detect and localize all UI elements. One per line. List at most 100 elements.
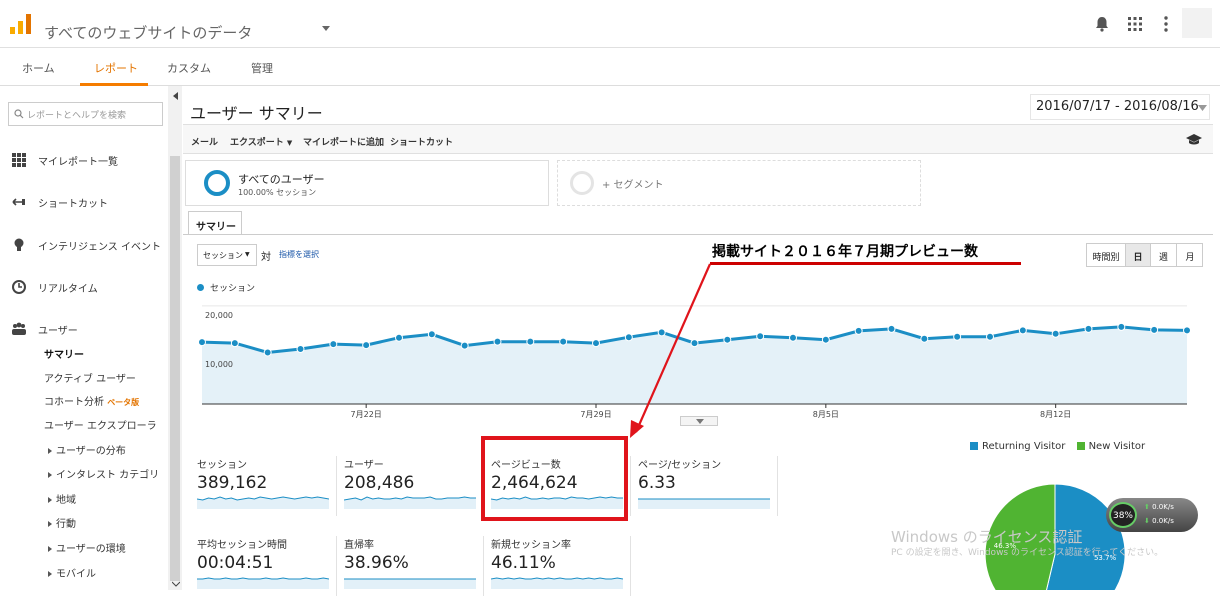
data-point[interactable] xyxy=(559,337,568,346)
sidebar-scrollbar[interactable] xyxy=(170,156,180,581)
data-point[interactable] xyxy=(427,330,436,339)
data-point[interactable] xyxy=(723,335,732,344)
tab-summary[interactable]: サマリー xyxy=(188,211,242,235)
granularity-hourly[interactable]: 時間別 xyxy=(1087,244,1126,266)
data-point[interactable] xyxy=(198,338,206,347)
data-point[interactable] xyxy=(1183,326,1191,335)
data-point[interactable] xyxy=(920,334,929,343)
analytics-logo-icon[interactable] xyxy=(10,14,32,34)
apps-grid-icon[interactable] xyxy=(1126,15,1144,33)
data-point[interactable] xyxy=(526,337,535,346)
sidebar-subitem-demographics[interactable]: ユーザーの分布 xyxy=(48,442,126,457)
sidebar-item-dashboards[interactable]: マイレポート一覧 xyxy=(0,141,165,181)
data-point[interactable] xyxy=(887,324,896,333)
sidebar-subitem-technology[interactable]: ユーザーの環境 xyxy=(48,540,126,555)
sidebar-subitem-behavior[interactable]: 行動 xyxy=(48,515,76,530)
data-point[interactable] xyxy=(953,332,962,341)
property-selector[interactable]: すべてのウェブサイトのデータ xyxy=(44,22,252,43)
data-point[interactable] xyxy=(1018,326,1027,335)
metric-label: 新規セッション率 xyxy=(491,540,571,551)
sparkline xyxy=(344,578,476,589)
data-point[interactable] xyxy=(493,337,502,346)
segment-title: すべてのユーザー xyxy=(238,173,325,186)
search-input[interactable]: レポートとヘルプを検索 xyxy=(8,102,163,126)
chevron-down-icon[interactable] xyxy=(322,26,330,31)
sidebar-subitem-interests[interactable]: インタレスト カテゴリ xyxy=(48,466,159,481)
expand-arrow-icon xyxy=(48,521,52,527)
upload-value: 0.0K/s xyxy=(1152,503,1174,511)
add-segment-button[interactable]: + セグメント xyxy=(557,160,921,206)
metric-tile[interactable]: 直帰率 38.96% xyxy=(344,536,484,596)
data-point[interactable] xyxy=(1150,325,1159,334)
more-vert-icon[interactable] xyxy=(1157,15,1175,33)
data-point[interactable] xyxy=(460,341,469,350)
data-point[interactable] xyxy=(854,326,863,335)
legend-dot xyxy=(197,284,204,291)
metric-label: セッション xyxy=(197,460,247,471)
sidebar-subitem-cohort[interactable]: コホート分析 ベータ版 xyxy=(44,393,139,408)
data-point[interactable] xyxy=(230,339,239,348)
metric-tile[interactable]: ページ/セッション 6.33 xyxy=(638,456,778,516)
expand-arrow-icon xyxy=(48,448,52,454)
avatar[interactable] xyxy=(1182,8,1212,38)
sidebar-subitem-geo[interactable]: 地域 xyxy=(48,491,76,506)
metric-value: 6.33 xyxy=(638,473,676,493)
sidebar-subitem-label: 地域 xyxy=(56,495,76,506)
granularity-month[interactable]: 月 xyxy=(1177,244,1203,266)
data-point[interactable] xyxy=(821,335,830,344)
export-button[interactable]: エクスポート ▼ xyxy=(230,135,292,148)
tab-home[interactable]: ホーム xyxy=(22,60,55,76)
data-point[interactable] xyxy=(1051,329,1060,338)
upload-speed: ⬆ 0.0K/s xyxy=(1144,503,1174,511)
pie-legend: Returning Visitor New Visitor xyxy=(970,441,1145,452)
sidebar-item-audience[interactable]: ユーザー xyxy=(0,310,165,350)
arrow-up-icon: ⬆ xyxy=(1144,503,1150,511)
segment-all-users[interactable]: すべてのユーザー 100.00% セッション xyxy=(185,160,549,206)
sidebar-subitem-mobile[interactable]: モバイル xyxy=(48,565,96,580)
legend-swatch xyxy=(970,442,978,450)
tab-custom[interactable]: カスタム xyxy=(167,60,211,76)
sidebar-item-shortcuts[interactable]: ショートカット xyxy=(0,183,165,223)
data-point[interactable] xyxy=(263,348,272,357)
metric-tile[interactable]: ユーザー 208,486 xyxy=(344,456,484,516)
granularity-day[interactable]: 日 xyxy=(1126,244,1151,266)
metric-select[interactable]: セッション ▼ xyxy=(197,244,257,266)
graduation-cap-icon[interactable] xyxy=(1186,134,1202,145)
data-point[interactable] xyxy=(329,340,338,349)
tab-admin[interactable]: 管理 xyxy=(251,60,273,76)
shortcut-button[interactable]: ショートカット xyxy=(390,135,453,148)
metric-tile[interactable]: 平均セッション時間 00:04:51 xyxy=(197,536,337,596)
data-point[interactable] xyxy=(756,332,765,341)
data-point[interactable] xyxy=(362,341,371,350)
sidebar-item-intelligence[interactable]: インテリジェンス イベント xyxy=(0,226,165,266)
metric-tile[interactable]: セッション 389,162 xyxy=(197,456,337,516)
pageviews-highlight-box xyxy=(481,436,628,521)
expand-arrow-icon xyxy=(48,497,52,503)
data-point[interactable] xyxy=(592,339,600,348)
add-to-dashboard-button[interactable]: マイレポートに追加 xyxy=(303,135,384,148)
date-range-picker[interactable]: 2016/07/17 - 2016/08/16 xyxy=(1030,94,1210,120)
collapse-sidebar-icon[interactable] xyxy=(172,92,180,100)
sidebar-subitem-user-explorer[interactable]: ユーザー エクスプローラ xyxy=(44,417,157,432)
sidebar-item-label: インテリジェンス イベント xyxy=(38,242,161,253)
scroll-down-icon[interactable] xyxy=(172,580,180,588)
sidebar-item-realtime[interactable]: リアルタイム xyxy=(0,268,165,308)
bell-icon[interactable] xyxy=(1093,15,1111,33)
data-point[interactable] xyxy=(395,333,403,342)
y-tick-label: 10,000 xyxy=(205,360,233,369)
sidebar-subitem-active-users[interactable]: アクティブ ユーザー xyxy=(44,370,136,385)
metric-tile[interactable]: 新規セッション率 46.11% xyxy=(491,536,631,596)
choose-metric-link[interactable]: 指標を選択 xyxy=(279,249,319,260)
export-label: エクスポート xyxy=(230,138,284,148)
sidebar-subitem-overview[interactable]: サマリー xyxy=(44,346,84,361)
data-point[interactable] xyxy=(986,332,994,341)
network-monitor-widget: 38% ⬆ 0.0K/s ⬇ 0.0K/s xyxy=(1106,498,1198,532)
email-button[interactable]: メール xyxy=(191,135,218,148)
data-point[interactable] xyxy=(1084,324,1093,333)
granularity-week[interactable]: 週 xyxy=(1151,244,1177,266)
tab-reports[interactable]: レポート xyxy=(94,60,138,76)
pie-legend-label: New Visitor xyxy=(1088,441,1146,452)
data-point[interactable] xyxy=(789,333,797,342)
data-point[interactable] xyxy=(296,345,305,354)
data-point[interactable] xyxy=(1117,322,1126,331)
